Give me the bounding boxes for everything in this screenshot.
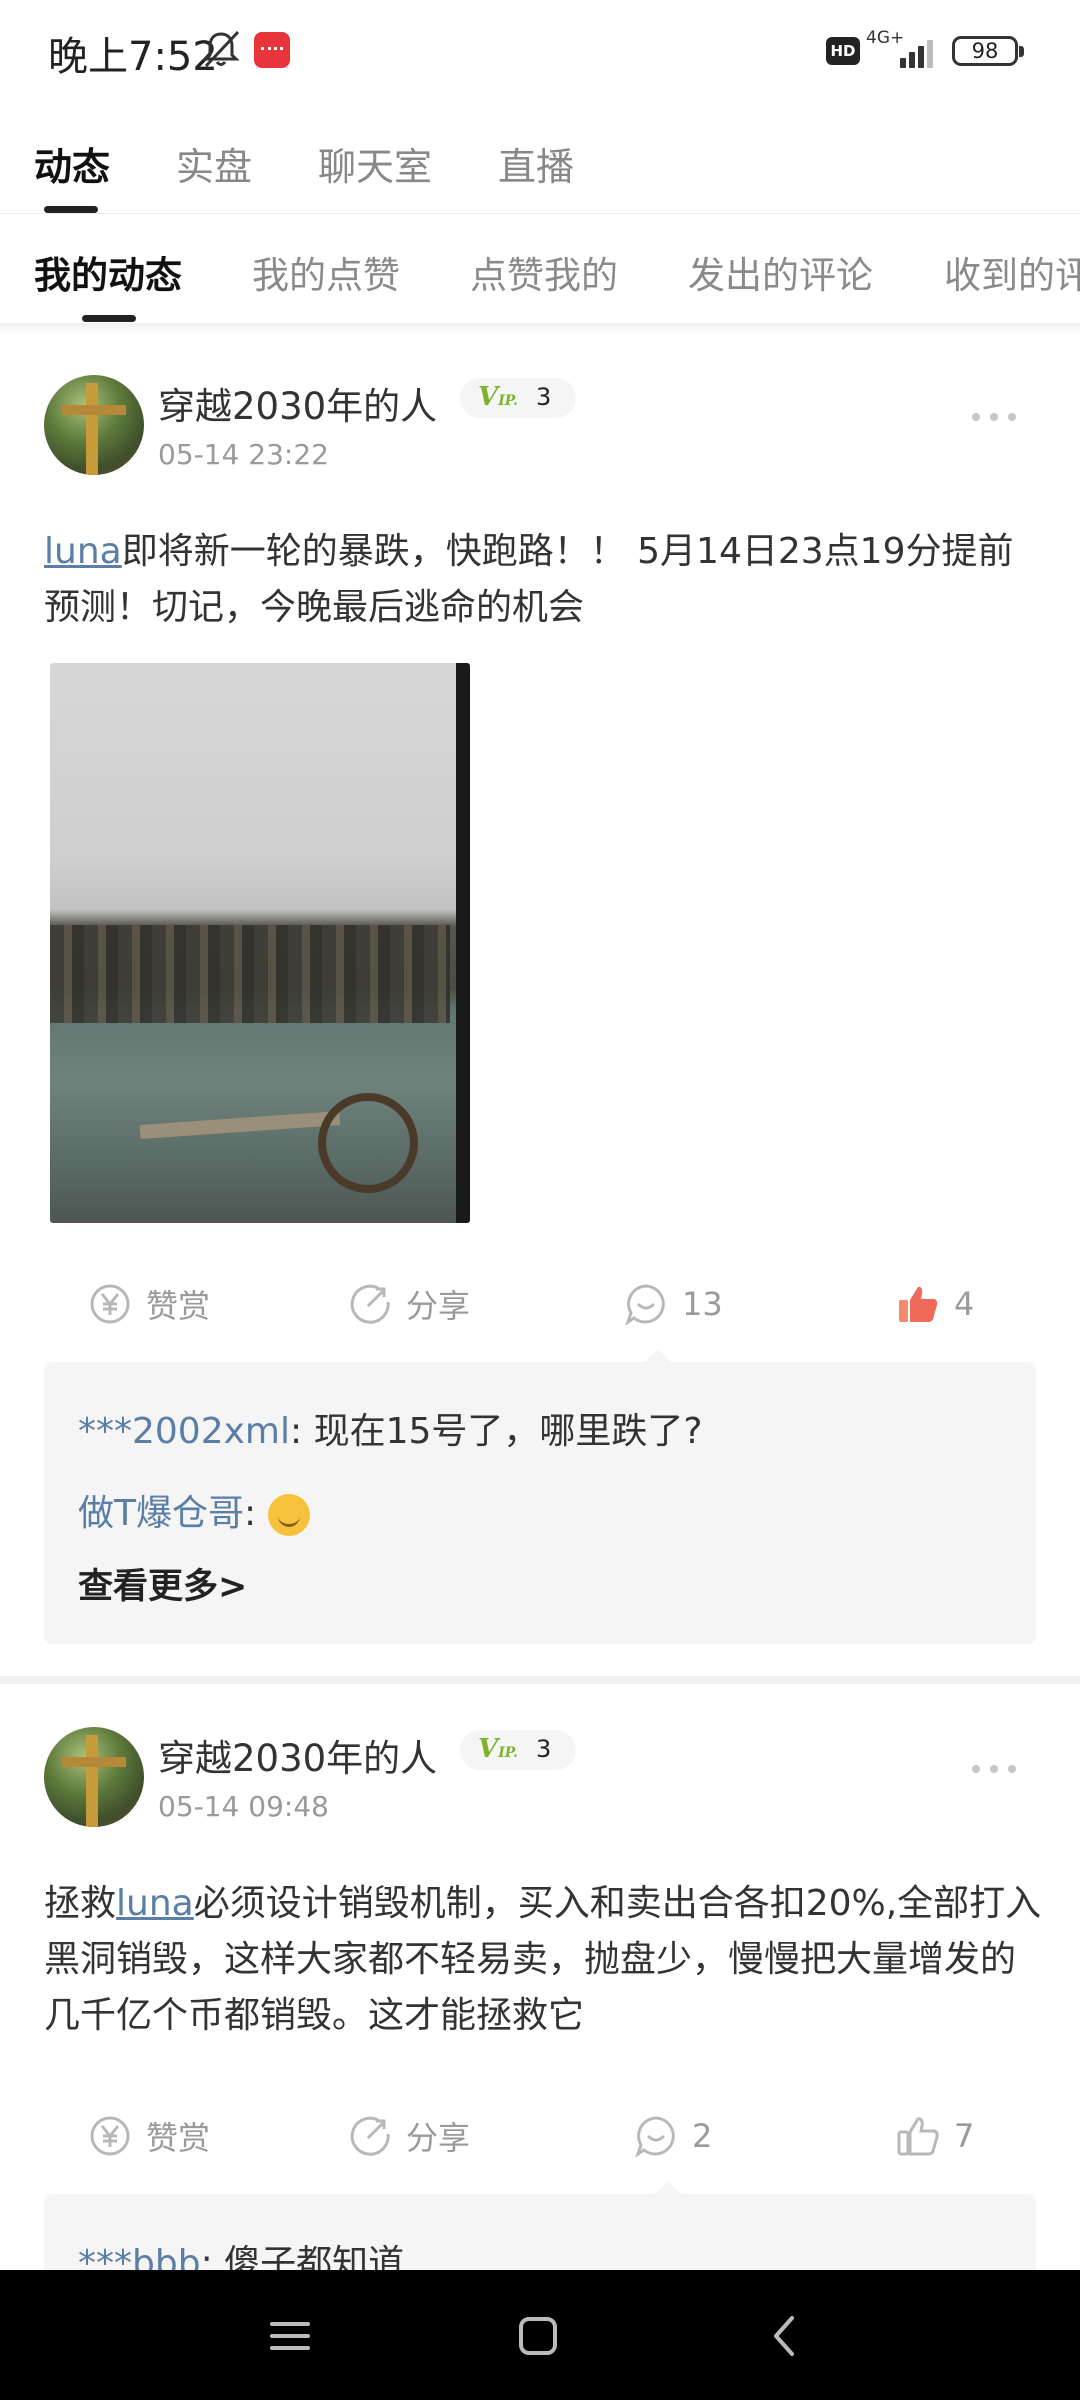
header-shadow xyxy=(0,323,1080,335)
subtab-my-posts[interactable]: 我的动态 xyxy=(34,245,182,299)
share-label: 分享 xyxy=(406,1287,471,1325)
back-chevron-icon[interactable] xyxy=(756,2306,816,2366)
avatar[interactable] xyxy=(44,1727,144,1827)
thumbs-up-icon xyxy=(899,1286,938,1322)
comment-user[interactable]: 做T爆仓哥 xyxy=(78,1493,244,1534)
vip-badge: VIP. 3 xyxy=(460,1730,576,1770)
reward-button[interactable]: 赞赏 xyxy=(88,1274,210,1334)
post-body: 必须设计销毁机制，买入和卖出合各扣20%,全部打入黑洞销毁，这样大家都不轻易卖，… xyxy=(44,1883,1042,2036)
system-nav-bar xyxy=(0,2270,1080,2400)
status-time: 晚上7:52 xyxy=(48,34,218,80)
comment-notch xyxy=(654,2181,682,2195)
post-divider xyxy=(0,1676,1080,1684)
smile-emoji-icon xyxy=(267,1494,310,1536)
share-icon xyxy=(350,2116,390,2156)
more-dots-icon[interactable] xyxy=(972,410,1020,422)
share-button[interactable]: 分享 xyxy=(348,1274,470,1334)
like-button[interactable]: 4 xyxy=(896,1274,974,1334)
comment-count: 13 xyxy=(682,1285,723,1323)
signal-icon xyxy=(900,34,940,68)
share-label: 分享 xyxy=(406,2119,471,2157)
like-count: 4 xyxy=(954,1285,975,1323)
comment-count: 2 xyxy=(692,2117,713,2155)
more-dots-icon[interactable] xyxy=(972,1762,1020,1774)
app-notification-icon xyxy=(254,32,290,68)
comment-icon xyxy=(635,2116,675,2158)
yen-circle-icon xyxy=(90,2116,130,2156)
mention-link[interactable]: luna xyxy=(116,1883,194,1924)
thumbs-up-icon xyxy=(897,2117,939,2156)
top-tab-indicator xyxy=(44,206,98,213)
like-button[interactable]: 7 xyxy=(896,2106,974,2166)
post-username[interactable]: 穿越2030年的人 xyxy=(158,1728,437,1782)
comment-icon xyxy=(625,1284,665,1326)
comment-user[interactable]: ***2002xml xyxy=(78,1411,290,1452)
tab-dynamic[interactable]: 动态 xyxy=(34,136,110,191)
post-body: 即将新一轮的暴跌，快跑路！！ 5月14日23点19分提前预测！切记，今晚最后逃命… xyxy=(44,531,1014,628)
comment-button[interactable]: 2 xyxy=(634,2106,712,2166)
vip-level: 3 xyxy=(536,1735,552,1763)
share-button[interactable]: 分享 xyxy=(348,2106,470,2166)
tab-live[interactable]: 直播 xyxy=(498,136,574,191)
vip-logo-icon: VIP. xyxy=(478,1734,518,1764)
comment-box[interactable]: ***2002xml: 现在15号了，哪里跌了? 做T爆仓哥: 查看更多> xyxy=(44,1362,1036,1644)
vip-level: 3 xyxy=(536,383,552,411)
sub-tabs: 我的动态 我的点赞 点赞我的 发出的评论 收到的评 xyxy=(0,215,1080,323)
comment-notch xyxy=(644,1349,672,1363)
see-more-link[interactable]: 查看更多> xyxy=(78,1558,247,1609)
comment-sep: : xyxy=(244,1493,268,1534)
post-image[interactable] xyxy=(50,663,470,1223)
battery-level: 98 xyxy=(971,39,999,63)
comment-item[interactable]: ***2002xml: 现在15号了，哪里跌了? xyxy=(78,1402,703,1454)
menu-icon[interactable] xyxy=(260,2306,320,2366)
comment-item[interactable]: 做T爆仓哥: xyxy=(78,1484,310,1536)
comment-text: 现在15号了，哪里跌了? xyxy=(313,1411,703,1452)
sub-tab-indicator xyxy=(82,315,136,322)
post-time: 05-14 23:22 xyxy=(158,438,329,471)
yen-circle-icon xyxy=(90,1284,130,1324)
avatar[interactable] xyxy=(44,375,144,475)
comment-button[interactable]: 13 xyxy=(624,1274,723,1334)
tab-chatroom[interactable]: 聊天室 xyxy=(318,136,432,191)
subtab-sent-comments[interactable]: 发出的评论 xyxy=(688,245,873,299)
subtab-received-comments[interactable]: 收到的评 xyxy=(944,245,1080,299)
post-username[interactable]: 穿越2030年的人 xyxy=(158,376,437,430)
status-bar: 晚上7:52 HD 4G+ 98 xyxy=(0,0,1080,100)
subtab-liked-me[interactable]: 点赞我的 xyxy=(470,245,618,299)
post-actions: 赞赏 分享 13 4 xyxy=(44,1274,1036,1334)
post-text: 拯救luna必须设计销毁机制，买入和卖出合各扣20%,全部打入黑洞销毁，这样大家… xyxy=(44,1876,1044,2044)
post-actions: 赞赏 分享 2 7 xyxy=(44,2106,1036,2166)
reward-button[interactable]: 赞赏 xyxy=(88,2106,210,2166)
vip-logo-icon: VIP. xyxy=(478,382,518,412)
post-body-prefix: 拯救 xyxy=(44,1883,117,1924)
like-count: 7 xyxy=(954,2117,975,2155)
subtab-my-likes[interactable]: 我的点赞 xyxy=(252,245,400,299)
hd-badge: HD xyxy=(826,37,860,65)
top-tabs: 动态 实盘 聊天室 直播 xyxy=(0,118,1080,214)
tab-real-trading[interactable]: 实盘 xyxy=(176,136,252,191)
vip-badge: VIP. 3 xyxy=(460,378,576,418)
post-time: 05-14 09:48 xyxy=(158,1790,329,1823)
home-square-icon[interactable] xyxy=(508,2306,568,2366)
mention-link[interactable]: luna xyxy=(44,531,122,572)
comment-sep: : xyxy=(290,1411,314,1452)
post-text: luna即将新一轮的暴跌，快跑路！！ 5月14日23点19分提前预测！切记，今晚… xyxy=(44,524,1044,636)
share-icon xyxy=(350,1284,390,1324)
battery-icon: 98 xyxy=(952,36,1024,66)
network-label: 4G+ xyxy=(866,28,905,48)
reward-label: 赞赏 xyxy=(146,2119,211,2157)
bell-off-icon xyxy=(202,30,240,68)
reward-label: 赞赏 xyxy=(146,1287,211,1325)
